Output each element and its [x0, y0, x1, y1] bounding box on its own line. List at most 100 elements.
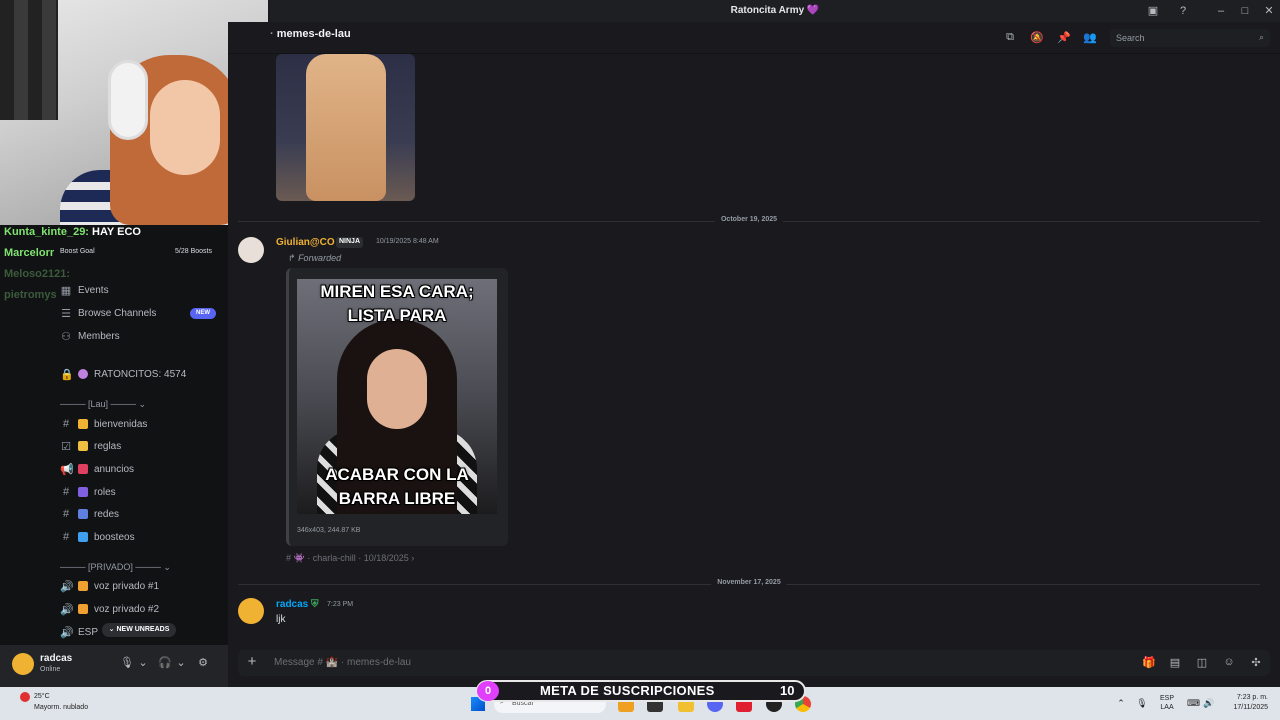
- date-label: October 19, 2025: [714, 216, 784, 223]
- browse-icon: ☰: [61, 307, 71, 320]
- channel-boosteos[interactable]: # boosteos: [60, 529, 135, 545]
- chat-user: Marcelorr: [4, 247, 55, 259]
- lock-emoji-icon: [78, 581, 88, 591]
- announcement-icon: 📢: [60, 463, 74, 476]
- channel-label: redes: [94, 508, 120, 520]
- help-icon[interactable]: ?: [1175, 3, 1191, 19]
- headphones-icon[interactable]: 🎧: [158, 656, 172, 670]
- file-meta: 346x403, 244.87 KB: [297, 527, 361, 534]
- channel-voz-privado-1[interactable]: 🔊 voz privado #1: [60, 578, 159, 594]
- boost-goal-label: Boost Goal: [60, 248, 95, 255]
- subs-goal-label: META DE SUSCRIPCIONES: [540, 683, 715, 698]
- new-unreads-button[interactable]: ⌄ NEW UNREADS: [102, 623, 176, 637]
- voice-icon: 🔊: [60, 580, 74, 593]
- channel-label: voz privado #1: [94, 580, 160, 592]
- channel-roles[interactable]: # roles: [60, 484, 116, 500]
- language-indicator[interactable]: ESP LAA: [1160, 694, 1174, 712]
- emoji-icon[interactable]: ☺: [1222, 656, 1236, 670]
- channel-label: RATONCITOS: 4574: [94, 368, 187, 380]
- search-icon: ⌕: [1258, 32, 1264, 42]
- weather-temp[interactable]: 25°C: [34, 693, 50, 700]
- server-tag-badge[interactable]: NINJA: [336, 237, 364, 248]
- message-image[interactable]: [276, 54, 415, 201]
- sidebar-item-members[interactable]: ⚇ Members: [60, 328, 120, 344]
- gear-icon[interactable]: ⚙: [196, 656, 210, 670]
- chat-message: HAY ECO: [92, 226, 141, 238]
- weather-description[interactable]: Mayorm. nublado: [34, 704, 88, 711]
- minimize-icon[interactable]: –: [1213, 3, 1229, 19]
- message-input[interactable]: Message # 🏰 · memes-de-lau: [274, 657, 411, 668]
- gift-icon[interactable]: 🎁: [1142, 656, 1156, 670]
- date-divider: October 19, 2025: [238, 216, 1260, 226]
- category-privado[interactable]: ──── [PRIVADO] ──── ⌄: [60, 562, 171, 573]
- channel-bienvenidas[interactable]: # bienvenidas: [60, 416, 147, 432]
- chat-line: Kunta_kinte_29: HAY ECO: [4, 226, 141, 247]
- heart-emoji-icon: [78, 369, 88, 379]
- weather-icon[interactable]: [20, 692, 30, 702]
- message-author[interactable]: Giulian@CO: [276, 237, 335, 248]
- microphone-icon[interactable]: 🎙: [120, 656, 134, 670]
- gif-icon[interactable]: ▤: [1168, 656, 1182, 670]
- chat-user: Kunta_kinte_29:: [4, 226, 89, 238]
- channel-label: anuncios: [94, 463, 135, 475]
- locked-channel[interactable]: 🔒 RATONCITOS: 4574: [60, 366, 186, 382]
- avatar[interactable]: [238, 598, 264, 624]
- channel-anuncios[interactable]: 📢 anuncios: [60, 461, 134, 477]
- apps-icon[interactable]: ✣: [1249, 656, 1263, 670]
- meme-top-caption: MIREN ESA CARA; LISTA PARA: [320, 282, 474, 325]
- member-list-icon[interactable]: 👥: [1083, 31, 1097, 45]
- channel-header: · memes-de-lau: [270, 28, 351, 40]
- clock-date: 17/11/2025: [1233, 704, 1268, 711]
- forward-origin-link[interactable]: # 👾 · charla-chill · 10/18/2025 ›: [286, 553, 414, 564]
- channel-reglas[interactable]: ☑ reglas: [60, 438, 121, 454]
- add-attachment-icon[interactable]: +: [244, 654, 260, 670]
- notification-bell-icon[interactable]: 🔕: [1030, 31, 1044, 45]
- chevron-up-icon[interactable]: ⌃: [1115, 698, 1127, 710]
- sidebar-item-browse-channels[interactable]: ☰ Browse Channels: [60, 305, 156, 321]
- meme-image[interactable]: MIREN ESA CARA; LISTA PARA ACABAR CON LA…: [297, 279, 497, 514]
- user-status: Online: [40, 666, 61, 673]
- sidebar-item-events[interactable]: ▦ Events: [60, 282, 109, 298]
- chevron-down-icon[interactable]: ⌄: [174, 656, 188, 670]
- channel-label: reglas: [94, 440, 122, 452]
- inbox-icon[interactable]: ▣: [1145, 3, 1161, 19]
- volume-icon[interactable]: 🔊: [1203, 698, 1215, 710]
- avatar[interactable]: [12, 653, 34, 675]
- date-divider: November 17, 2025: [238, 579, 1260, 589]
- channel-label: boosteos: [94, 531, 135, 543]
- voice-icon: 🔊: [60, 626, 74, 639]
- search-placeholder: Search: [1116, 33, 1145, 43]
- sticker-icon[interactable]: ◫: [1195, 656, 1209, 670]
- chevron-down-icon[interactable]: ⌄: [136, 656, 150, 670]
- channel-esp[interactable]: 🔊 ESP: [60, 624, 98, 640]
- category-label: ──── [PRIVADO] ────: [60, 562, 161, 572]
- megaphone-emoji-icon: [78, 464, 88, 474]
- category-lau[interactable]: ──── [Lau] ──── ⌄: [60, 399, 146, 410]
- threads-icon[interactable]: ⧉: [1003, 31, 1017, 45]
- network-icon[interactable]: ⌨: [1187, 698, 1200, 710]
- channel-redes[interactable]: # redes: [60, 506, 119, 522]
- boost-goal-bar[interactable]: Boost Goal 5/28 Boosts: [60, 248, 216, 260]
- microphone-tray-icon[interactable]: 🎙: [1136, 698, 1148, 710]
- maximize-icon[interactable]: □: [1237, 3, 1253, 19]
- wave-emoji-icon: [78, 419, 88, 429]
- user-panel: [0, 645, 228, 687]
- message-timestamp: 10/19/2025 8:48 AM: [376, 238, 439, 245]
- chevron-down-icon: ⌄: [108, 626, 115, 633]
- message-author[interactable]: radcas ⛨: [276, 599, 319, 610]
- channel-voz-privado-2[interactable]: 🔊 voz privado #2: [60, 601, 159, 617]
- search-input[interactable]: Search ⌕: [1110, 29, 1270, 47]
- window-title: Ratoncita Army 💜: [730, 5, 820, 16]
- lock-icon: 🔒: [60, 368, 74, 381]
- roles-emoji-icon: [78, 487, 88, 497]
- subs-current-count: 0: [477, 681, 499, 701]
- close-icon[interactable]: ✕: [1261, 3, 1277, 19]
- rules-channel-icon: ☑: [61, 440, 71, 453]
- new-badge: NEW: [190, 308, 216, 319]
- subs-goal-target: 10: [780, 683, 795, 698]
- avatar[interactable]: [238, 237, 264, 263]
- pin-icon[interactable]: 📌: [1057, 31, 1071, 45]
- redes-emoji-icon: [78, 509, 88, 519]
- clock[interactable]: 7:23 p. m. 17/11/2025: [1222, 693, 1268, 713]
- lock-emoji-icon: [78, 604, 88, 614]
